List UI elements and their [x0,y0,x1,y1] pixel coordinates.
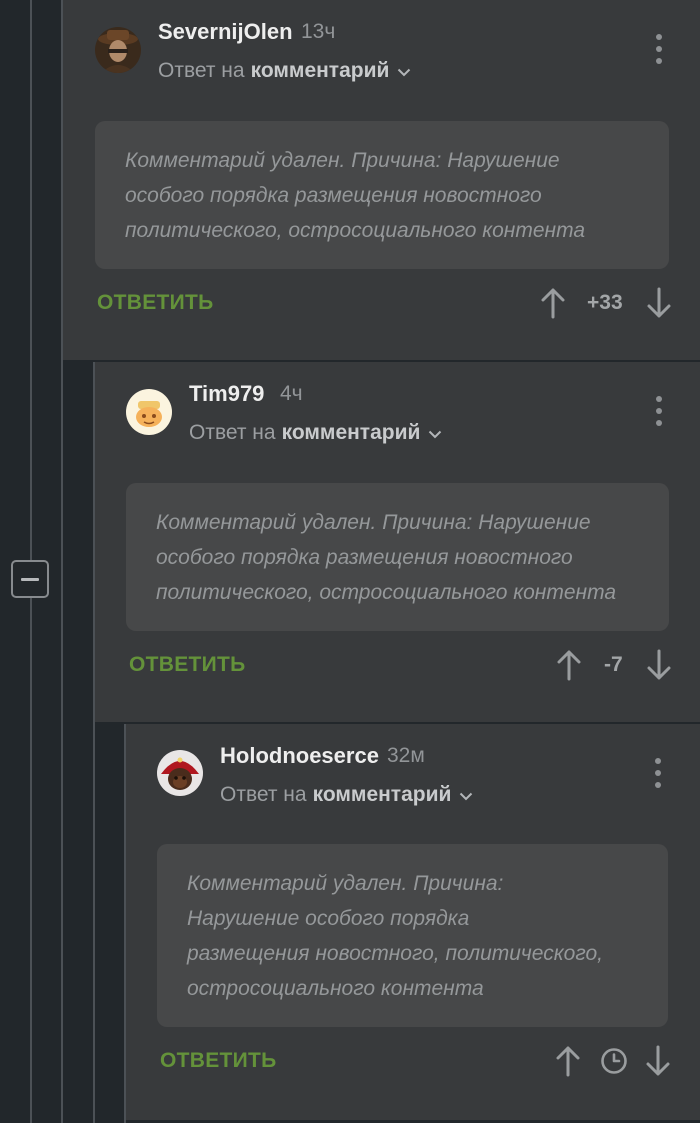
reply-to-prefix: Ответ на [220,783,307,806]
arrow-down-icon[interactable] [646,287,672,319]
avatar[interactable] [126,389,172,435]
comment: Holodnoeserce 32м Ответ на комментарий К… [126,724,700,1120]
comment-author[interactable]: Holodnoeserce [220,743,379,769]
deleted-text-line: особого порядка размещения новостного [125,184,542,207]
comment-author[interactable]: Tim979 [189,381,264,407]
reply-to-target: комментарий [312,783,452,806]
deleted-text-line: особого порядка размещения новостного [156,546,573,569]
arrow-up-icon[interactable] [555,1045,581,1077]
collapse-thread-button[interactable] [11,560,49,598]
chevron-down-icon [428,421,442,445]
more-vertical-icon[interactable] [649,394,669,428]
clock-icon [600,1047,628,1075]
deleted-text-line: размещения новостного, политического, [187,942,603,965]
deleted-text-line: Комментарий удален. Причина: [187,872,504,895]
chevron-down-icon [397,59,411,83]
comment: Tim979 4ч Ответ на комментарий Комментар… [95,362,700,722]
comment-time: 32м [387,744,425,767]
comment-time: 4ч [280,382,303,405]
deleted-comment-notice: Комментарий удален. Причина: Нарушение о… [157,844,668,1027]
comment: SevernijOlen 13ч Ответ на комментарий Ко… [63,0,700,360]
deleted-comment-notice: Комментарий удален. Причина: Нарушение о… [95,121,669,269]
reply-button[interactable]: ОТВЕТИТЬ [97,291,214,315]
reply-to-link[interactable]: Ответ на комментарий [158,59,411,83]
rating-value: +33 [587,291,623,314]
reply-to-prefix: Ответ на [158,59,245,82]
more-vertical-icon[interactable] [648,756,668,790]
deleted-text-line: Комментарий удален. Причина: Нарушение [125,149,560,172]
deleted-text-line: политического, остросоциального контента [156,581,617,604]
chevron-down-icon [459,783,473,807]
deleted-text-line: Комментарий удален. Причина: Нарушение [156,511,591,534]
arrow-up-icon[interactable] [556,649,582,681]
avatar[interactable] [95,27,141,73]
reply-button[interactable]: ОТВЕТИТЬ [129,653,246,677]
reply-to-target: комментарий [281,421,421,444]
avatar[interactable] [157,750,203,796]
arrow-down-icon[interactable] [646,649,672,681]
reply-to-link[interactable]: Ответ на комментарий [189,421,442,445]
deleted-text-line: остросоциального контента [187,977,484,1000]
minus-icon [21,577,39,581]
reply-button[interactable]: ОТВЕТИТЬ [160,1049,277,1073]
reply-to-target: комментарий [250,59,390,82]
arrow-down-icon[interactable] [645,1045,671,1077]
more-vertical-icon[interactable] [649,32,669,66]
rating-value: -7 [604,653,623,676]
deleted-comment-notice: Комментарий удален. Причина: Нарушение о… [126,483,669,631]
comment-time: 13ч [301,20,336,43]
reply-to-link[interactable]: Ответ на комментарий [220,783,473,807]
deleted-text-line: Нарушение особого порядка [187,907,470,930]
arrow-up-icon[interactable] [540,287,566,319]
deleted-text-line: политического, остросоциального контента [125,219,586,242]
reply-to-prefix: Ответ на [189,421,276,444]
comment-author[interactable]: SevernijOlen [158,19,293,45]
